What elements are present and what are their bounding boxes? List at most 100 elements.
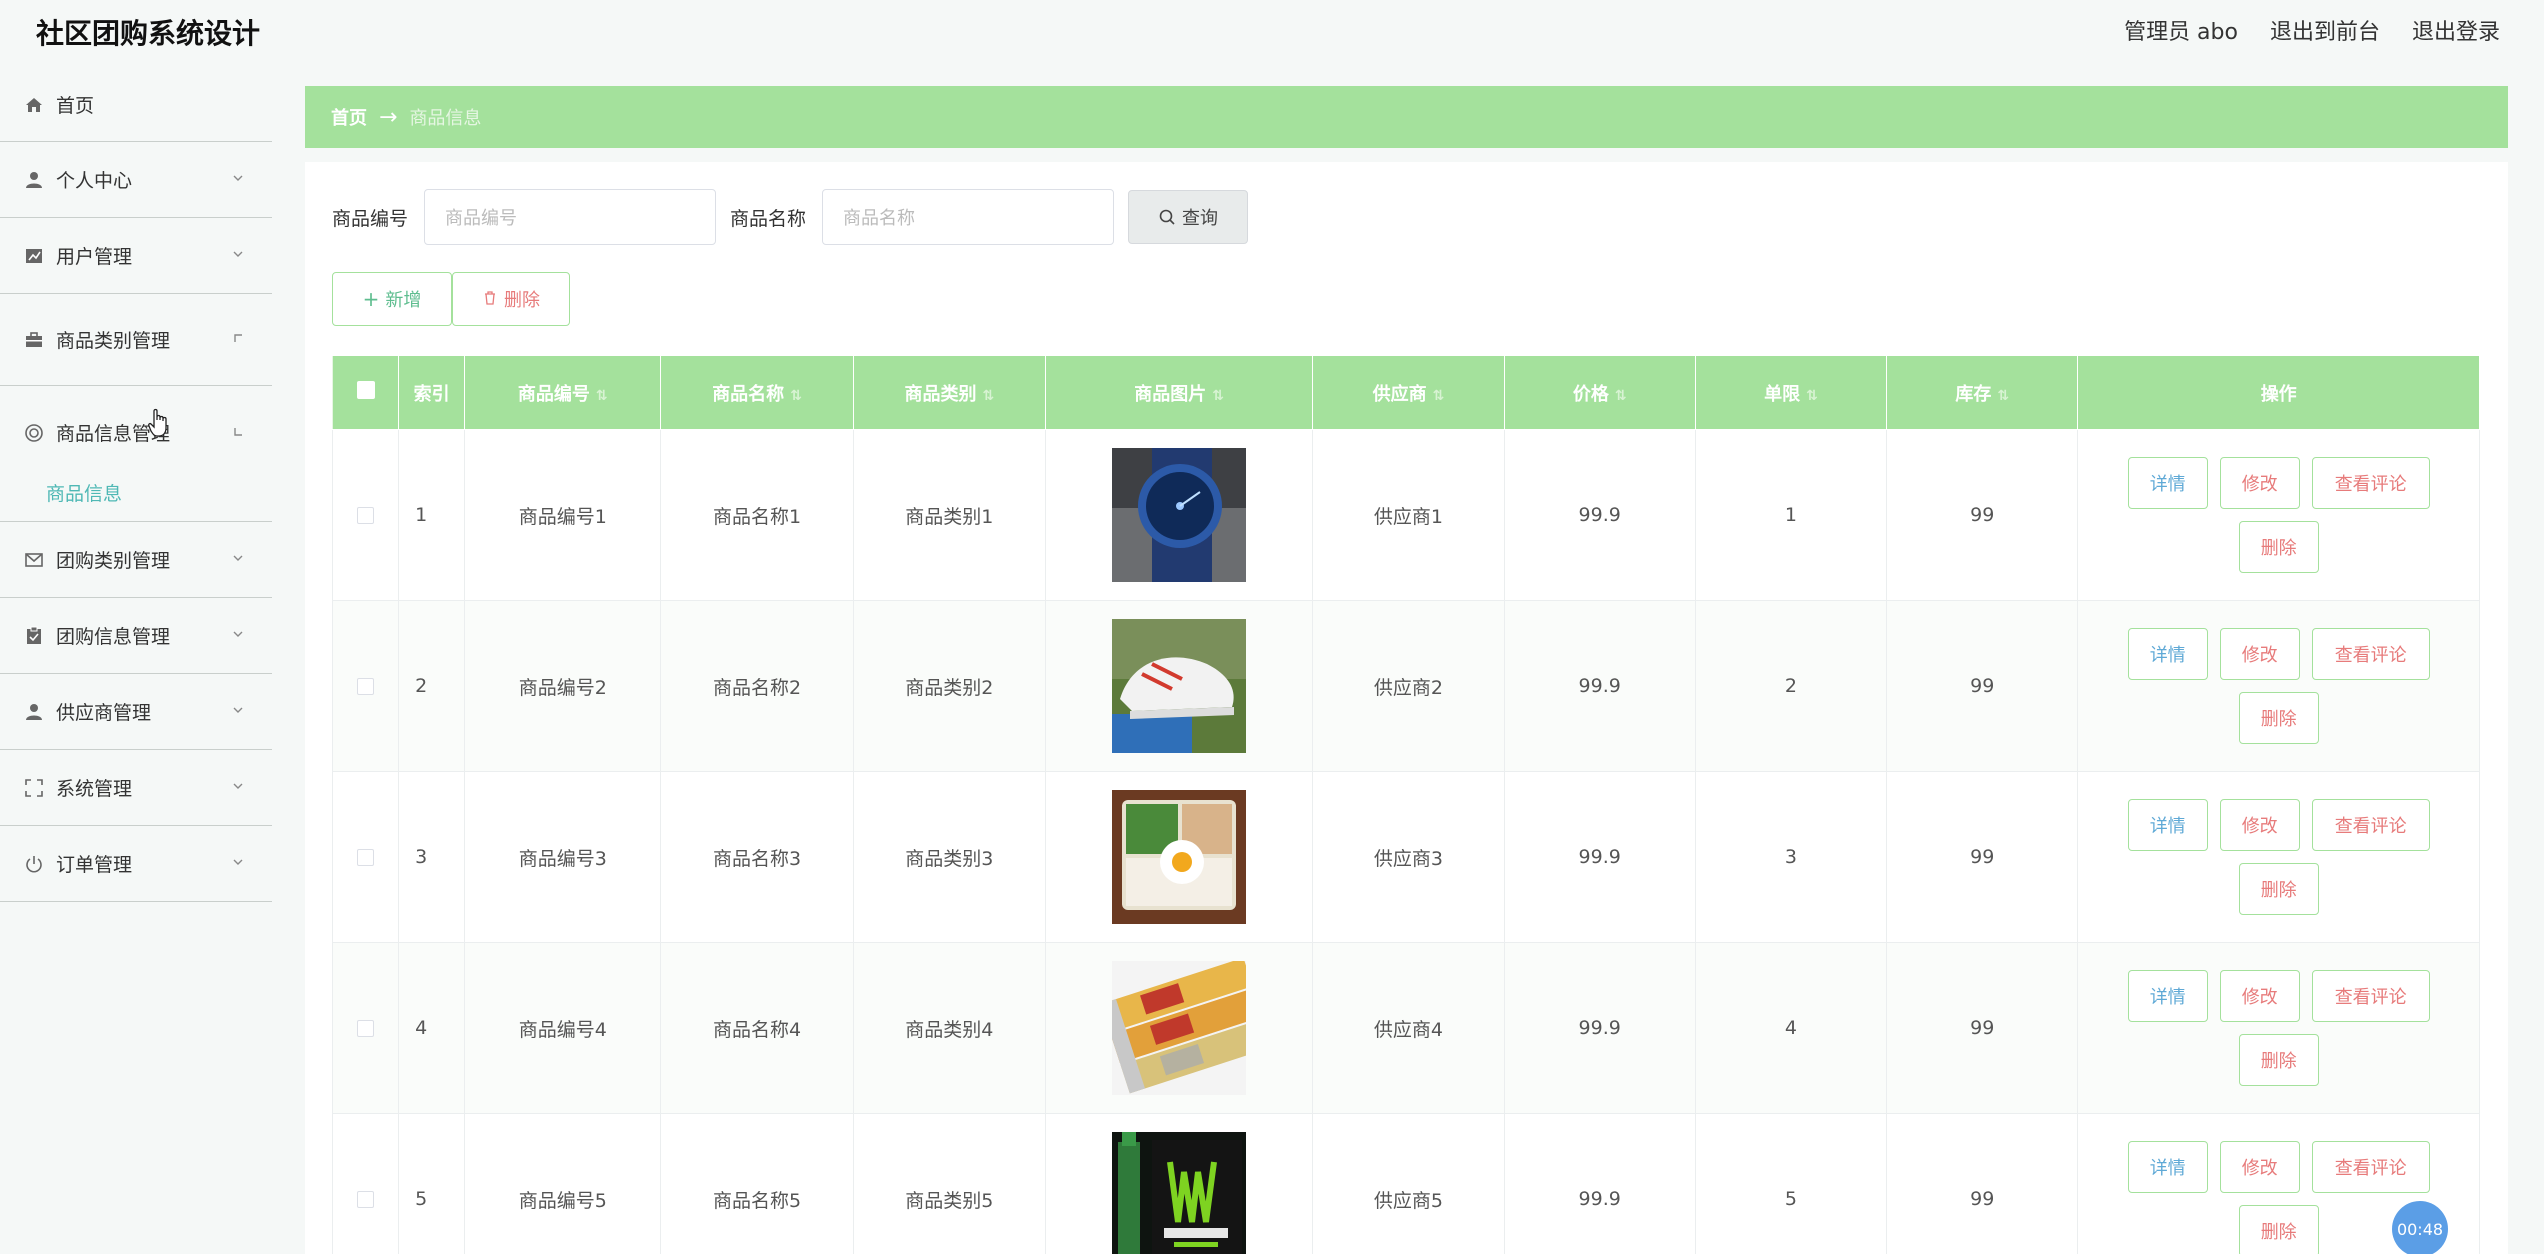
stock-cell: 99	[1886, 1113, 2079, 1254]
column-header[interactable]: 价格 ⇅	[1503, 355, 1696, 430]
chevron-down-icon	[233, 251, 243, 257]
table-row: 3 商品编号3 商品名称3 商品类别3 供应商3 99.9 3 99 详情 修改 查看评论 删除	[331, 771, 2480, 943]
clipboard-icon	[24, 626, 44, 646]
column-header[interactable]: 商品名称 ⇅	[660, 355, 854, 430]
bento-photo[interactable]	[1112, 790, 1247, 924]
row-checkbox[interactable]	[357, 849, 375, 866]
chips-can-photo[interactable]	[1112, 961, 1247, 1095]
view-reviews-button[interactable]: 查看评论	[2311, 799, 2430, 851]
sidebar-item-groupbuy-category[interactable]: 团购类别管理	[0, 522, 272, 598]
delete-button[interactable]: 删除	[2238, 521, 2319, 573]
column-header[interactable]: 单限 ⇅	[1694, 355, 1888, 430]
image-cell	[1044, 771, 1314, 943]
row-checkbox[interactable]	[357, 1020, 375, 1037]
chevron-down-icon	[233, 707, 243, 713]
code-cell: 商品编号4	[464, 942, 662, 1114]
row-checkbox[interactable]	[357, 1191, 375, 1208]
timer-badge[interactable]: 00:48	[2392, 1201, 2448, 1254]
sidebar-item-product-category[interactable]: 商品类别管理	[0, 294, 272, 386]
row-select-cell[interactable]	[331, 429, 400, 601]
sidebar-item-system[interactable]: 系统管理	[0, 750, 272, 826]
edit-button[interactable]: 修改	[2219, 1141, 2300, 1193]
limit-cell: 1	[1694, 429, 1888, 601]
select-all-header[interactable]	[331, 355, 400, 430]
sidebar-item-groupbuy-info[interactable]: 团购信息管理	[0, 598, 272, 674]
row-select-cell[interactable]	[331, 600, 400, 772]
ops-cell: 详情 修改 查看评论删除	[2077, 429, 2480, 601]
query-button[interactable]: 查询	[1128, 190, 1249, 244]
limit-cell: 3	[1694, 771, 1888, 943]
sidebar-item-home[interactable]: 首页	[0, 68, 272, 142]
add-button[interactable]: + 新增	[332, 272, 452, 326]
hand-cursor-icon	[148, 408, 167, 437]
table-row: 5 商品编号5 商品名称5 商品类别5 供应商5 99.9 5 99 详情 修改 查看评论 删除	[331, 1113, 2480, 1254]
view-reviews-button[interactable]: 查看评论	[2311, 457, 2430, 509]
sidebar-item-product-info[interactable]: 商品信息管理	[0, 386, 272, 479]
table-row: 2 商品编号2 商品名称2 商品类别2 供应商2 99.9 2 99 详情 修改 查看评论 删除	[331, 600, 2480, 772]
delete-button[interactable]: 删除	[2238, 1205, 2319, 1254]
supplier-cell: 供应商1	[1312, 429, 1505, 601]
row-select-cell[interactable]	[331, 942, 400, 1114]
edit-button[interactable]: 修改	[2219, 799, 2300, 851]
detail-button[interactable]: 详情	[2127, 970, 2208, 1022]
detail-button[interactable]: 详情	[2127, 457, 2208, 509]
column-header[interactable]: 供应商 ⇅	[1312, 355, 1505, 430]
sort-icon: ⇅	[982, 387, 995, 404]
breadcrumb-current: 商品信息	[409, 108, 482, 129]
column-header[interactable]: 库存 ⇅	[1886, 355, 2079, 430]
collapse-corner-icon	[234, 334, 242, 342]
sidebar-item-orders[interactable]: 订单管理	[0, 826, 272, 902]
view-reviews-button[interactable]: 查看评论	[2311, 970, 2430, 1022]
edit-button[interactable]: 修改	[2219, 628, 2300, 680]
detail-button[interactable]: 详情	[2127, 799, 2208, 851]
header-actions: 管理员 abo 退出到前台 退出登录	[2124, 14, 2500, 46]
sidebar-item-profile[interactable]: 个人中心	[0, 142, 272, 218]
energy-drink-photo[interactable]	[1112, 1132, 1247, 1254]
row-select-cell[interactable]	[331, 1113, 400, 1254]
power-icon	[24, 854, 44, 874]
view-reviews-button[interactable]: 查看评论	[2311, 1141, 2430, 1193]
name-cell: 商品名称1	[660, 429, 854, 601]
sort-icon: ⇅	[595, 387, 608, 404]
row-checkbox[interactable]	[357, 678, 375, 695]
limit-cell: 4	[1694, 942, 1888, 1114]
price-cell: 99.9	[1503, 429, 1696, 601]
edit-button[interactable]: 修改	[2219, 970, 2300, 1022]
row-checkbox[interactable]	[357, 507, 375, 524]
sidebar-item-supplier[interactable]: 供应商管理	[0, 674, 272, 750]
column-header[interactable]: 商品类别 ⇅	[852, 355, 1046, 430]
product-code-input[interactable]: 商品编号	[424, 189, 717, 245]
category-cell: 商品类别2	[852, 600, 1046, 772]
limit-cell: 2	[1694, 600, 1888, 772]
detail-button[interactable]: 详情	[2127, 628, 2208, 680]
admin-user-label[interactable]: 管理员 abo	[2124, 14, 2238, 46]
column-header[interactable]: 商品编号 ⇅	[464, 355, 662, 430]
column-header[interactable]: 商品图片 ⇅	[1044, 355, 1314, 430]
code-cell: 商品编号5	[464, 1113, 662, 1254]
sneaker-photo[interactable]	[1112, 619, 1247, 753]
logout-link[interactable]: 退出登录	[2412, 14, 2500, 46]
delete-button[interactable]: 删除	[2238, 692, 2319, 744]
edit-button[interactable]: 修改	[2219, 457, 2300, 509]
image-cell	[1044, 942, 1314, 1114]
sidebar-item-users[interactable]: 用户管理	[0, 218, 272, 294]
user-icon	[24, 702, 44, 722]
delete-button[interactable]: 删除	[2238, 1034, 2319, 1086]
delete-button[interactable]: 删除	[2238, 863, 2319, 915]
view-reviews-button[interactable]: 查看评论	[2311, 628, 2430, 680]
batch-delete-button[interactable]: 删除	[452, 272, 570, 326]
product-name-input[interactable]: 商品名称	[822, 189, 1115, 245]
query-button-label: 查询	[1182, 208, 1219, 229]
select-all-checkbox[interactable]	[356, 381, 375, 399]
breadcrumb-home[interactable]: 首页	[331, 104, 367, 130]
row-select-cell[interactable]	[331, 771, 400, 943]
watch-photo[interactable]	[1112, 448, 1247, 582]
submenu-item-product-info[interactable]: 商品信息	[0, 479, 272, 522]
front-page-link[interactable]: 退出到前台	[2270, 14, 2380, 46]
detail-button[interactable]: 详情	[2127, 1141, 2208, 1193]
row-actions: 详情 修改 查看评论删除	[2119, 628, 2439, 744]
price-cell: 99.9	[1503, 600, 1696, 772]
content-panel: 商品编号 商品编号 商品名称 商品名称 查询 + 新增 删除 索引 商品编号 ⇅…	[305, 162, 2508, 1254]
image-cell	[1044, 429, 1314, 601]
price-cell: 99.9	[1503, 771, 1696, 943]
